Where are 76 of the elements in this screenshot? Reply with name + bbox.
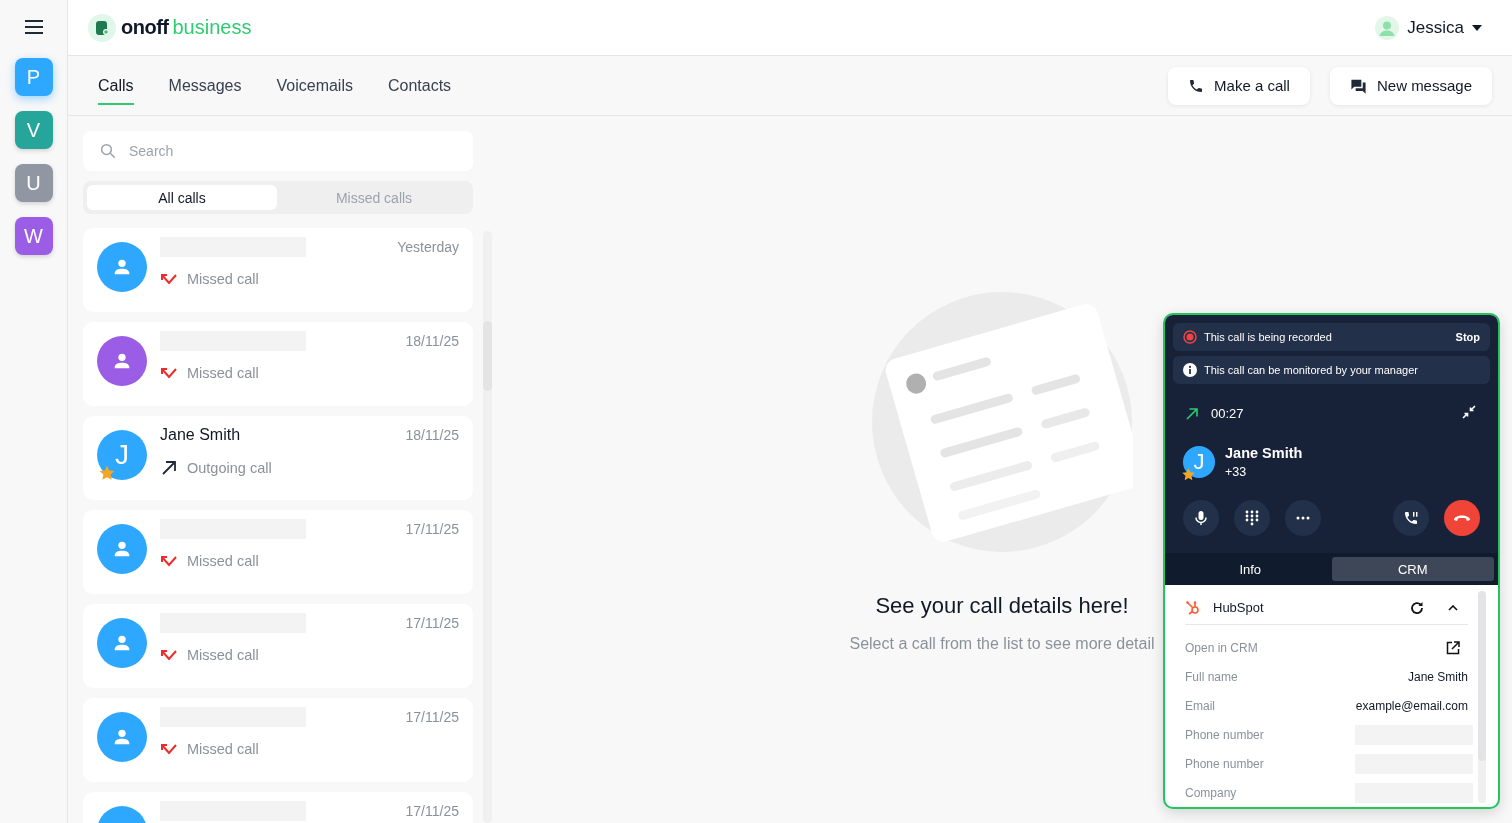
field-label: Email [1185,698,1215,713]
tab[interactable]: Voicemails [276,66,353,105]
empty-state-title: See your call details here! [875,593,1129,619]
minimize-icon [1462,405,1476,419]
open-external-button[interactable] [1444,638,1462,657]
call-status: Missed call [187,647,259,663]
caret-icon [1472,24,1482,31]
call-status: Missed call [187,271,259,287]
panel-tab[interactable]: CRM [1331,557,1494,581]
logo-text: business [172,16,252,39]
mute-button[interactable] [1183,500,1219,536]
phone-number: +33 [1225,465,1248,479]
contact-name: Jane Smith [160,425,242,445]
microphone-icon [1194,510,1208,526]
call-date: 18/11/25 [405,426,459,443]
field-value: Jane Smith [1407,669,1468,684]
tab[interactable]: Messages [168,66,242,105]
hold-button[interactable] [1393,500,1429,536]
tab[interactable]: Calls [98,66,134,105]
call-status: Missed call [187,553,259,569]
make-call-button[interactable]: Make a call [1168,66,1310,105]
user-menu[interactable]: Jessica [1375,15,1482,40]
keypad-button[interactable] [1234,500,1270,536]
external-link-icon [1446,640,1460,655]
more-icon [1296,516,1310,520]
contact-name: Jane Smith [1225,445,1303,461]
call-date: 17/11/25 [405,614,459,631]
call-status: Outgoing call [187,460,272,476]
phone-icon [1188,77,1205,94]
notice-text: This call can be monitored by your manager [1204,364,1419,376]
logo-text: onoff [121,16,169,39]
refresh-icon [1410,600,1424,615]
call-item[interactable]: J Jane Smith Outgoing call 18/11/25 [83,416,473,500]
scrollbar[interactable] [1478,591,1486,803]
record-icon [1183,330,1197,344]
more-button[interactable] [1285,500,1321,536]
stop-button[interactable]: Stop [1455,331,1480,343]
hang-up-button[interactable] [1444,500,1480,536]
call-status: Missed call [187,741,259,757]
menu-icon [23,19,44,35]
filter-tab[interactable]: All calls [87,185,277,210]
call-date: 17/11/25 [405,708,459,725]
contact-avatar: J [1183,446,1215,478]
field-label: Phone number [1185,756,1264,771]
outgoing-arrow-icon [1185,406,1199,421]
chat-icon [1349,77,1367,94]
keypad-icon [1245,510,1259,526]
menu-button[interactable] [22,17,45,37]
notice-text: This call is being recorded [1204,331,1333,343]
call-date: 17/11/25 [405,802,459,819]
avatar-icon [1375,15,1400,40]
hub-logo-icon [1185,599,1201,616]
field-label: Full name [1185,669,1238,684]
call-timer: 00:27 [1211,406,1244,421]
panel-tab[interactable]: Info [1169,557,1332,581]
search-icon [99,142,117,160]
call-date: 17/11/25 [405,520,459,537]
workspace-button[interactable]: W [14,217,53,255]
contact-avatar: J [97,430,147,480]
empty-state-text: Select a call from the list to see more detail [849,635,1155,653]
field-label: Company [1185,785,1237,800]
call-date: Yesterday [397,238,459,255]
field-value: example@email.com [1355,698,1468,713]
phone-pause-icon [1403,510,1419,526]
call-status: Missed call [187,365,259,381]
logo-icon [88,13,116,42]
info-icon [1183,363,1197,377]
hang-up-icon [1453,514,1471,522]
new-message-button[interactable]: New message [1329,66,1492,105]
field-label: Phone number [1185,727,1264,742]
chevron-up-icon [1448,604,1458,611]
tab[interactable]: Contacts [387,66,452,105]
crm-name: HubSpot [1213,600,1265,615]
search-field[interactable]: Search [83,131,473,171]
call-date: 18/11/25 [405,332,459,349]
field-label: Open in CRM [1185,640,1258,655]
